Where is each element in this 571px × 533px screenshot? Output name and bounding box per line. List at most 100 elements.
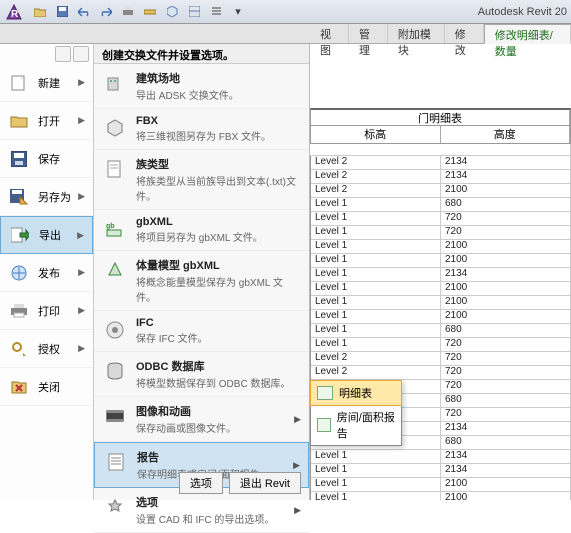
table-cell[interactable]: 680 (441, 436, 571, 449)
qat-dropdown-icon[interactable]: ▾ (228, 3, 248, 21)
table-cell[interactable]: Level 1 (311, 310, 441, 323)
options-button[interactable]: 选项 (179, 472, 223, 494)
table-cell[interactable]: 2100 (441, 282, 571, 295)
table-row[interactable]: Level 22134 (311, 156, 571, 170)
table-cell[interactable]: 2100 (441, 492, 571, 500)
table-row[interactable]: Level 1720 (311, 226, 571, 240)
table-cell[interactable]: Level 1 (311, 324, 441, 337)
table-cell[interactable]: Level 1 (311, 240, 441, 253)
table-row[interactable]: Level 12134 (311, 450, 571, 464)
table-row[interactable]: Level 12100 (311, 310, 571, 324)
recent-small-icon[interactable] (55, 46, 71, 62)
table-cell[interactable]: Level 1 (311, 198, 441, 211)
flyout-schedule[interactable]: 明细表 (310, 380, 402, 406)
table-cell[interactable]: 2100 (441, 254, 571, 267)
table-cell[interactable]: 720 (441, 226, 571, 239)
tab-view[interactable]: 视图 (310, 24, 349, 43)
export-options[interactable]: 选项设置 CAD 和 IFC 的导出选项。 ▶ (94, 488, 309, 533)
menu-close[interactable]: 关闭 (0, 368, 93, 406)
tab-manage[interactable]: 管理 (349, 24, 388, 43)
col-header-height[interactable]: 高度 (441, 126, 571, 143)
table-cell[interactable]: Level 1 (311, 478, 441, 491)
table-cell[interactable]: 2100 (441, 310, 571, 323)
table-row[interactable]: Level 12100 (311, 478, 571, 492)
export-family[interactable]: 族类型将族类型从当前族导出到文本(.txt)文件。 (94, 150, 309, 210)
table-cell[interactable]: Level 1 (311, 464, 441, 477)
qat-3d-icon[interactable] (162, 3, 182, 21)
table-cell[interactable]: 720 (441, 408, 571, 421)
tab-modify-schedule[interactable]: 修改明细表/数量 (484, 24, 571, 44)
export-mass-gbxml[interactable]: 体量模型 gbXML将概念能量模型保存为 gbXML 文件。 (94, 251, 309, 311)
table-cell[interactable]: 680 (441, 198, 571, 211)
recent-large-icon[interactable] (73, 46, 89, 62)
tab-addins[interactable]: 附加模块 (388, 24, 445, 43)
table-cell[interactable]: 720 (441, 338, 571, 351)
table-cell[interactable]: Level 1 (311, 226, 441, 239)
table-cell[interactable]: Level 1 (311, 254, 441, 267)
flyout-room-area[interactable]: 房间/面积报告 (311, 405, 401, 445)
table-row[interactable]: Level 1720 (311, 212, 571, 226)
table-cell[interactable]: Level 2 (311, 184, 441, 197)
menu-new[interactable]: 新建▶ (0, 64, 93, 102)
table-cell[interactable]: 2100 (441, 184, 571, 197)
table-row[interactable]: Level 22100 (311, 184, 571, 198)
tab-modify[interactable]: 修改 (445, 24, 484, 43)
table-row[interactable]: Level 2720 (311, 352, 571, 366)
qat-measure-icon[interactable] (140, 3, 160, 21)
table-cell[interactable]: 2134 (441, 170, 571, 183)
table-cell[interactable]: Level 2 (311, 170, 441, 183)
table-row[interactable]: Level 2720 (311, 366, 571, 380)
table-cell[interactable]: Level 1 (311, 282, 441, 295)
table-cell[interactable]: 720 (441, 352, 571, 365)
table-row[interactable]: Level 22134 (311, 170, 571, 184)
export-odbc[interactable]: ODBC 数据库将模型数据保存到 ODBC 数据库。 (94, 352, 309, 397)
table-row[interactable]: Level 12100 (311, 282, 571, 296)
table-cell[interactable]: 2100 (441, 296, 571, 309)
table-row[interactable]: Level 1680 (311, 324, 571, 338)
col-header-level[interactable]: 标高 (311, 126, 441, 143)
menu-print[interactable]: 打印▶ (0, 292, 93, 330)
qat-undo-icon[interactable] (74, 3, 94, 21)
table-cell[interactable]: 2134 (441, 450, 571, 463)
export-fbx[interactable]: FBX将三维视图另存为 FBX 文件。 (94, 109, 309, 150)
table-cell[interactable]: Level 2 (311, 156, 441, 169)
table-cell[interactable]: 680 (441, 324, 571, 337)
table-cell[interactable]: 2134 (441, 464, 571, 477)
export-ifc[interactable]: IFC保存 IFC 文件。 (94, 311, 309, 352)
menu-license[interactable]: 授权▶ (0, 330, 93, 368)
export-site[interactable]: 建筑场地导出 ADSK 交换文件。 (94, 64, 309, 109)
table-cell[interactable]: 720 (441, 380, 571, 393)
table-cell[interactable]: Level 1 (311, 212, 441, 225)
table-cell[interactable]: Level 1 (311, 296, 441, 309)
menu-save[interactable]: 保存 (0, 140, 93, 178)
table-cell[interactable]: Level 1 (311, 492, 441, 500)
table-cell[interactable]: Level 2 (311, 352, 441, 365)
exit-button[interactable]: 退出 Revit (229, 472, 301, 494)
revit-app-icon[interactable]: R (4, 2, 24, 22)
table-row[interactable]: Level 12100 (311, 492, 571, 500)
qat-list-icon[interactable] (206, 3, 226, 21)
menu-saveas[interactable]: 另存为▶ (0, 178, 93, 216)
menu-open[interactable]: 打开▶ (0, 102, 93, 140)
table-row[interactable]: Level 12100 (311, 240, 571, 254)
export-media[interactable]: 图像和动画保存动画或图像文件。 ▶ (94, 397, 309, 442)
table-cell[interactable]: 2134 (441, 422, 571, 435)
table-cell[interactable]: Level 1 (311, 338, 441, 351)
table-row[interactable]: Level 1680 (311, 198, 571, 212)
menu-publish[interactable]: 发布▶ (0, 254, 93, 292)
table-cell[interactable]: 2134 (441, 156, 571, 169)
table-row[interactable]: Level 12100 (311, 254, 571, 268)
table-row[interactable]: Level 1720 (311, 338, 571, 352)
qat-print-icon[interactable] (118, 3, 138, 21)
table-cell[interactable]: Level 2 (311, 366, 441, 379)
qat-redo-icon[interactable] (96, 3, 116, 21)
table-cell[interactable]: Level 1 (311, 450, 441, 463)
qat-save-icon[interactable] (52, 3, 72, 21)
table-cell[interactable]: 2100 (441, 240, 571, 253)
qat-section-icon[interactable] (184, 3, 204, 21)
schedule-grid[interactable]: Level 22134Level 22134Level 22100Level 1… (310, 156, 571, 500)
table-cell[interactable]: 2134 (441, 268, 571, 281)
table-cell[interactable]: 680 (441, 394, 571, 407)
table-row[interactable]: Level 12100 (311, 296, 571, 310)
menu-export[interactable]: 导出▶ (0, 216, 93, 254)
